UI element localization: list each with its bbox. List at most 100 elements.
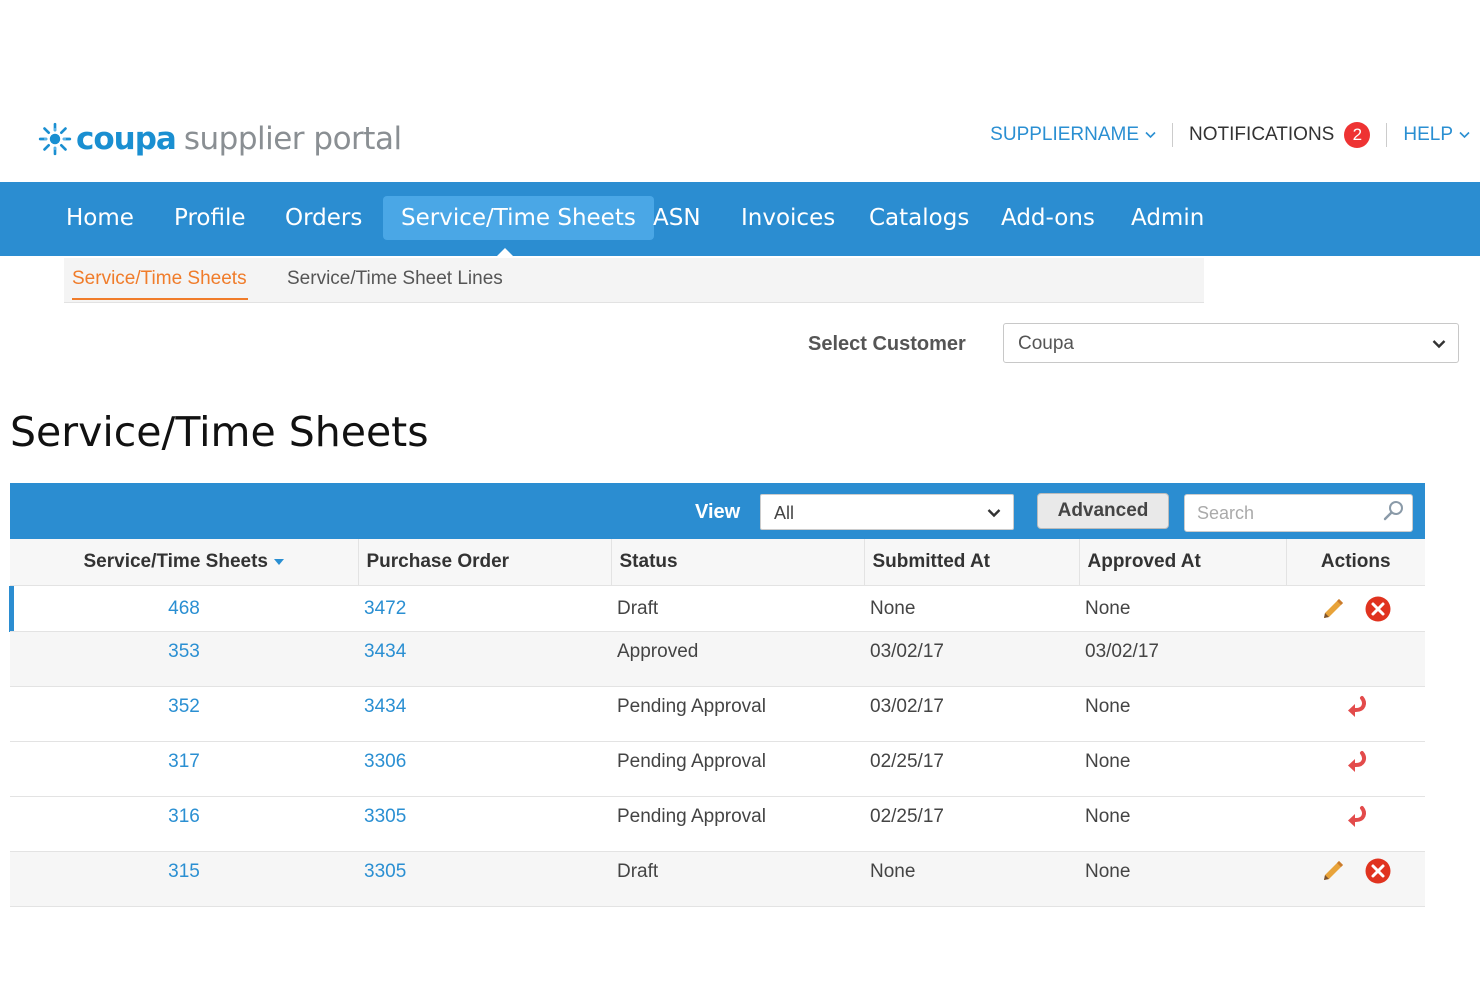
active-nav-pointer [496, 248, 514, 257]
actions-cell [1286, 687, 1425, 742]
withdraw-icon[interactable] [1342, 694, 1370, 722]
search-input[interactable] [1195, 502, 1379, 525]
withdraw-icon[interactable] [1342, 749, 1370, 777]
actions-cell [1286, 742, 1425, 797]
search-icon[interactable] [1382, 499, 1406, 523]
coupa-logo[interactable]: coupa supplier portal [36, 120, 402, 158]
sheet-id-link[interactable]: 353 [10, 632, 358, 687]
notifications-label: NOTIFICATIONS [1189, 124, 1334, 146]
column-header-purchase-order[interactable]: Purchase Order [358, 539, 611, 586]
nav-service-time-sheets[interactable]: Service/Time Sheets [383, 196, 654, 240]
select-customer-label: Select Customer [808, 333, 966, 356]
actions-cell [1286, 632, 1425, 687]
table-row: 352 3434 Pending Approval 03/02/17 None [10, 687, 1425, 742]
nav-asn[interactable]: ASN [653, 196, 701, 240]
nav-admin[interactable]: Admin [1131, 196, 1204, 240]
column-header-service-time-sheets[interactable]: Service/Time Sheets [10, 539, 358, 586]
sheet-id-link[interactable]: 352 [10, 687, 358, 742]
status-cell: Draft [611, 852, 864, 907]
purchase-order-link[interactable]: 3305 [358, 852, 611, 907]
table-header-row: Service/Time Sheets Purchase Order Statu… [10, 539, 1425, 586]
view-label: View [695, 501, 740, 524]
status-cell: Pending Approval [611, 742, 864, 797]
column-header-submitted-at[interactable]: Submitted At [864, 539, 1079, 586]
purchase-order-link[interactable]: 3434 [358, 632, 611, 687]
search-box [1184, 494, 1413, 532]
approved-at-cell: None [1079, 797, 1286, 852]
edit-icon[interactable] [1319, 857, 1347, 885]
purchase-order-link[interactable]: 3434 [358, 687, 611, 742]
actions-cell [1286, 797, 1425, 852]
nav-invoices[interactable]: Invoices [741, 196, 835, 240]
view-filter-value: All [774, 503, 794, 524]
column-header-status[interactable]: Status [611, 539, 864, 586]
service-time-sheets-table: Service/Time Sheets Purchase Order Statu… [10, 539, 1425, 907]
status-cell: Pending Approval [611, 797, 864, 852]
sheet-id-link[interactable]: 315 [10, 852, 358, 907]
column-header-approved-at[interactable]: Approved At [1079, 539, 1286, 586]
submitted-at-cell: None [864, 586, 1079, 632]
supplier-name-label: SUPPLIERNAME [990, 124, 1139, 146]
column-header-label: Service/Time Sheets [84, 551, 268, 572]
sheet-id-link[interactable]: 316 [10, 797, 358, 852]
table-toolbar: View All Advanced [10, 483, 1425, 539]
table-row: 316 3305 Pending Approval 02/25/17 None [10, 797, 1425, 852]
view-filter-select[interactable]: All [760, 494, 1014, 530]
actions-cell [1286, 586, 1425, 632]
help-menu[interactable]: HELP [1403, 124, 1470, 146]
chevron-down-icon [1459, 131, 1470, 139]
logo-product-text: supplier portal [184, 121, 402, 157]
sort-descending-icon [274, 559, 284, 565]
advanced-search-button[interactable]: Advanced [1037, 493, 1169, 529]
chevron-down-icon [1432, 339, 1446, 349]
delete-icon[interactable] [1364, 595, 1392, 623]
sub-nav: Service/Time Sheets Service/Time Sheet L… [64, 258, 1204, 303]
table-row: 317 3306 Pending Approval 02/25/17 None [10, 742, 1425, 797]
approved-at-cell: None [1079, 742, 1286, 797]
purchase-order-link[interactable]: 3305 [358, 797, 611, 852]
approved-at-cell: None [1079, 586, 1286, 632]
supplier-name-menu[interactable]: SUPPLIERNAME [990, 124, 1156, 146]
delete-icon[interactable] [1364, 857, 1392, 885]
submitted-at-cell: 03/02/17 [864, 687, 1079, 742]
top-links: SUPPLIERNAME NOTIFICATIONS 2 HELP [990, 122, 1470, 148]
table-row: 315 3305 Draft None None [10, 852, 1425, 907]
purchase-order-link[interactable]: 3472 [358, 586, 611, 632]
table-row: 353 3434 Approved 03/02/17 03/02/17 [10, 632, 1425, 687]
approved-at-cell: None [1079, 687, 1286, 742]
logo-brand-text: coupa [76, 121, 176, 157]
submitted-at-cell: 03/02/17 [864, 632, 1079, 687]
divider [1172, 123, 1173, 147]
nav-catalogs[interactable]: Catalogs [869, 196, 969, 240]
nav-orders[interactable]: Orders [285, 196, 362, 240]
status-cell: Draft [611, 586, 864, 632]
divider [1386, 123, 1387, 147]
edit-icon[interactable] [1319, 595, 1347, 623]
status-cell: Pending Approval [611, 687, 864, 742]
main-nav: Home Profile Orders Service/Time Sheets … [0, 182, 1480, 256]
status-cell: Approved [611, 632, 864, 687]
submitted-at-cell: None [864, 852, 1079, 907]
sheet-id-link[interactable]: 317 [10, 742, 358, 797]
submitted-at-cell: 02/25/17 [864, 742, 1079, 797]
help-label: HELP [1403, 124, 1453, 146]
page-title: Service/Time Sheets [10, 408, 429, 456]
coupa-star-icon [36, 120, 74, 158]
table-row: 468 3472 Draft None None [10, 586, 1425, 632]
nav-profile[interactable]: Profile [174, 196, 246, 240]
nav-add-ons[interactable]: Add-ons [1001, 196, 1095, 240]
withdraw-icon[interactable] [1342, 804, 1370, 832]
actions-cell [1286, 852, 1425, 907]
chevron-down-icon [1145, 131, 1156, 139]
approved-at-cell: 03/02/17 [1079, 632, 1286, 687]
purchase-order-link[interactable]: 3306 [358, 742, 611, 797]
subnav-service-time-sheet-lines[interactable]: Service/Time Sheet Lines [287, 268, 503, 290]
customer-select[interactable]: Coupa [1003, 323, 1459, 363]
sheet-id-link[interactable]: 468 [10, 586, 358, 632]
nav-home[interactable]: Home [66, 196, 134, 240]
notifications-menu[interactable]: NOTIFICATIONS 2 [1189, 122, 1370, 148]
subnav-service-time-sheets[interactable]: Service/Time Sheets [72, 268, 247, 290]
chevron-down-icon [987, 508, 1001, 518]
column-header-actions: Actions [1286, 539, 1425, 586]
active-subnav-underline [72, 298, 248, 300]
